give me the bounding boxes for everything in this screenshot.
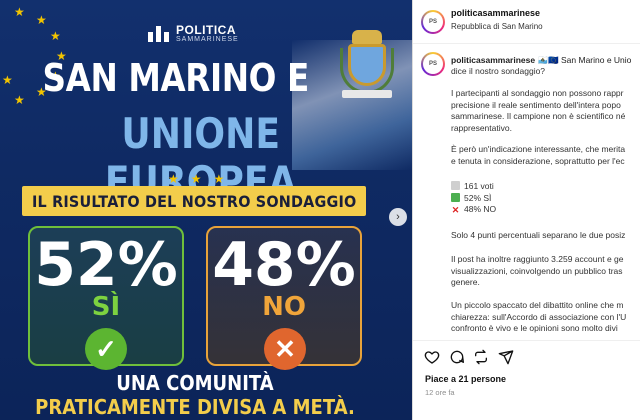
yes-result-card: 52% SÌ ✓: [28, 226, 184, 370]
post-header: PS politicasammarinese Repubblica di San…: [413, 0, 640, 44]
stat-yes: 52% SÌ: [451, 192, 639, 205]
caption-text-line: Un piccolo spaccato del dibattito online…: [451, 300, 624, 310]
comment-icon[interactable]: [449, 349, 465, 365]
x-icon: ✕: [451, 205, 460, 215]
caption-text-line: confronto è vivo e le opinioni sono molt…: [451, 323, 618, 333]
caption-text-line: È però un'indicazione interessante, che …: [451, 144, 626, 154]
post-side-panel: PS politicasammarinese Repubblica di San…: [412, 0, 640, 420]
towers-icon: [148, 26, 170, 42]
check-icon: ✓: [85, 328, 127, 370]
caption-text-line: Il post ha inoltre raggiunto 3.259 accou…: [451, 254, 624, 264]
results-banner: IL RISULTATO DEL NOSTRO SONDAGGIO: [22, 186, 366, 216]
stars-divider: ★ ★ ★: [168, 172, 225, 186]
yes-percent: 52%: [34, 230, 178, 300]
brand-name: POLITICA: [176, 23, 236, 37]
yes-label: SÌ: [91, 292, 121, 322]
repost-icon[interactable]: [473, 349, 489, 365]
no-label: NO: [262, 292, 306, 322]
caption-avatar[interactable]: PS: [421, 52, 445, 76]
header-username[interactable]: politicasammarinese: [451, 8, 540, 18]
caption-username[interactable]: politicasammarinese: [451, 55, 535, 65]
brand-logo: POLITICA SAMMARINESE: [148, 24, 239, 44]
footer-line1: UNA COMUNITÀ: [116, 371, 274, 395]
caption-text-line: precisione il reale sentimento dell'inte…: [451, 99, 621, 110]
footer-line2: PRATICAMENTE DIVISA A METÀ.: [35, 395, 355, 419]
coat-of-arms-icon: [338, 30, 396, 100]
caption-text-line: chiarezza: sull'Accordo di associazione …: [451, 311, 627, 322]
post-image: ★ ★ ★ ★ ★ ★ ★ ★ POLITICA SAMMARINESE SAN…: [0, 0, 412, 420]
carousel-next-button[interactable]: ›: [389, 208, 407, 226]
likes-count[interactable]: Piace a 21 persone: [425, 374, 506, 384]
caption-text-line: e tenuta in considerazione, soprattutto …: [451, 155, 625, 166]
post-time: 12 ore fa: [425, 388, 455, 397]
no-result-card: 48% NO ✕: [206, 226, 362, 370]
caption-text-line: genere.: [451, 277, 480, 287]
avatar[interactable]: PS: [421, 10, 445, 34]
headline-line1: SAN MARINO E: [42, 56, 310, 100]
no-percent: 48%: [212, 230, 356, 300]
caption-area: PS politicasammarinese 🇸🇲🇪🇺 San Marino e…: [413, 44, 640, 334]
brand-subname: SAMMARINESE: [176, 36, 239, 43]
share-icon[interactable]: [498, 349, 514, 365]
caption-text-line: Solo 4 punti percentuali separano le due…: [451, 230, 626, 240]
caption-text-line: sammarinese. Il campione non è scientifi…: [451, 111, 626, 121]
results-banner-text: IL RISULTATO DEL NOSTRO SONDAGGIO: [31, 191, 357, 211]
x-icon: ✕: [264, 328, 306, 370]
stat-no: ✕ 48% NO: [451, 204, 497, 215]
caption-first-line: politicasammarinese 🇸🇲🇪🇺 San Marino e Un…: [451, 54, 639, 66]
caption-intro-line2: dice il nostro sondaggio?: [451, 66, 546, 76]
caption-text-line: I partecipanti al sondaggio non possono …: [451, 88, 624, 98]
header-location[interactable]: Repubblica di San Marino: [451, 22, 543, 31]
action-bar: [413, 340, 640, 370]
caption-text-line: rappresentativo.: [451, 122, 512, 133]
heart-icon[interactable]: [424, 349, 440, 365]
caption-intro: 🇸🇲🇪🇺 San Marino e Unio: [535, 55, 632, 65]
caption-text-line: visualizzazioni, coinvolgendo un pubblic…: [451, 265, 623, 276]
stat-votes: 161 voti: [451, 181, 639, 193]
chart-icon: [451, 181, 460, 190]
check-icon: [451, 192, 460, 202]
instagram-post-view: ★ ★ ★ ★ ★ ★ ★ ★ POLITICA SAMMARINESE SAN…: [0, 0, 640, 420]
